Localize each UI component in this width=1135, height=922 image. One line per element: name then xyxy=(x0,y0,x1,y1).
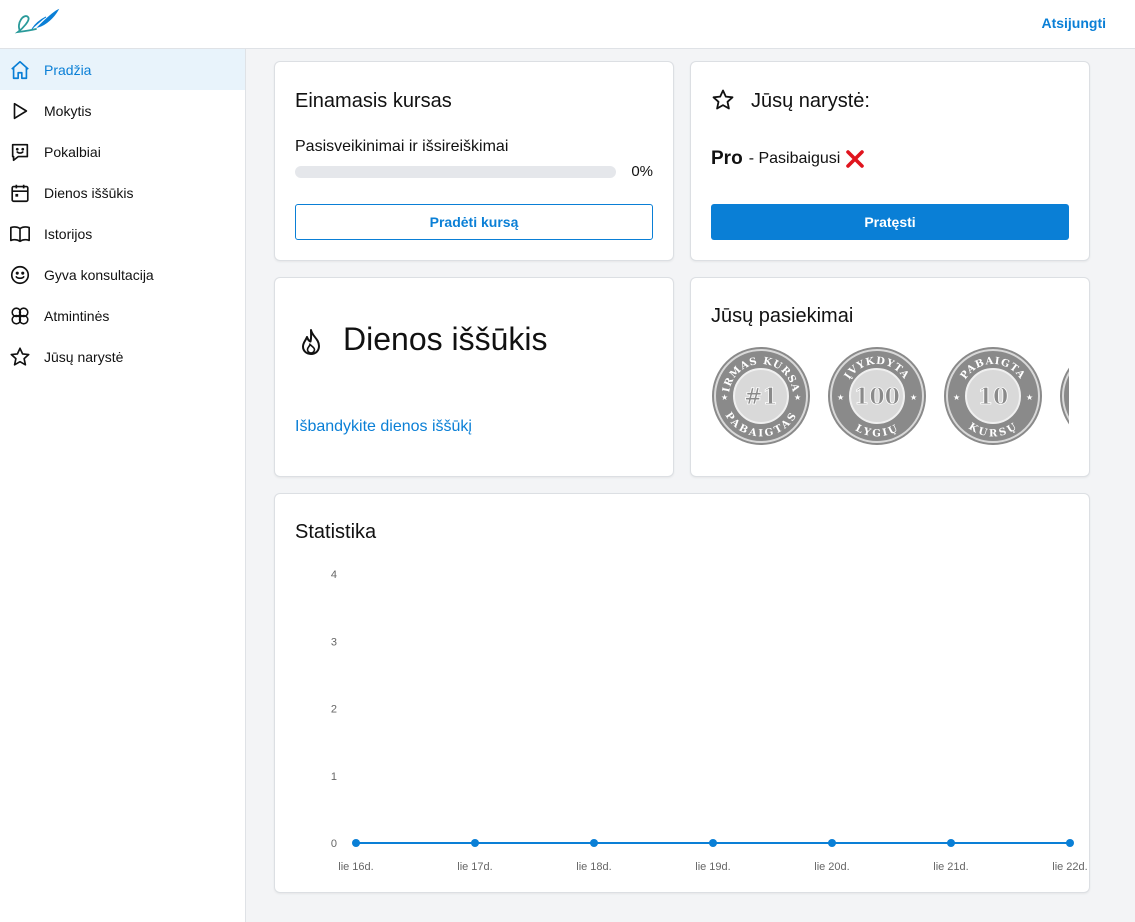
daily-challenge-title: Dienos iššūkis xyxy=(343,321,548,357)
statistics-chart: 0 1 2 3 4 lie 16d. lie 17d. lie 18d. lie 19d. lie… xyxy=(331,569,1088,873)
cross-icon xyxy=(846,150,865,168)
data-point[interactable] xyxy=(471,839,479,847)
start-course-button[interactable]: Pradėti kursą xyxy=(295,204,653,240)
try-daily-challenge-link[interactable]: Išbandykite dienos iššūkį xyxy=(295,418,472,436)
x-tick-label: lie 20d. xyxy=(814,861,849,873)
x-tick-label: lie 22d. xyxy=(1052,861,1087,873)
achievement-badge: ★★PIRMAS KURSASPABAIGTAS#1 xyxy=(711,346,810,445)
badge-center-text: #1 xyxy=(744,384,778,410)
data-point[interactable] xyxy=(590,839,598,847)
svg-text:★: ★ xyxy=(837,393,844,402)
sidebar-item-label: Pokalbiai xyxy=(44,143,101,160)
sidebar-item-membership[interactable]: Jūsų narystė xyxy=(0,336,245,377)
plan-name: Pro xyxy=(711,148,743,169)
card-title: Jūsų narystė: xyxy=(751,90,870,112)
achievement-badge: ★ ★PABAIGTAKURSŲ10 xyxy=(944,347,1042,445)
x-tick-label: lie 16d. xyxy=(338,861,373,873)
daily-challenge-card: Dienos iššūkis Išbandykite dienos iššūkį xyxy=(274,277,674,477)
sidebar-item-label: Istorijos xyxy=(44,225,93,242)
sidebar-item-memos[interactable]: Atmintinės xyxy=(0,295,245,336)
badge-center-text: 10 xyxy=(978,384,1009,410)
achievement-badge: ★★ xyxy=(1060,367,1069,425)
y-tick-label: 0 xyxy=(331,838,337,850)
svg-text:★: ★ xyxy=(721,393,728,402)
book-icon xyxy=(9,223,31,245)
svg-text:★: ★ xyxy=(794,393,801,402)
achievements-card: Jūsų pasiekimai ★★PIRMAS KURSASPABAIGTAS… xyxy=(690,277,1090,477)
card-title: Jūsų pasiekimai xyxy=(711,305,854,327)
current-course-card: Einamasis kursas Pasisveikinimai ir išsi… xyxy=(274,61,674,261)
data-point[interactable] xyxy=(947,839,955,847)
sidebar-item-label: Gyva konsultacija xyxy=(44,266,154,283)
play-icon xyxy=(9,100,31,122)
data-point[interactable] xyxy=(828,839,836,847)
achievement-badge: ★ ★ĮVYKDYTALYGIŲ100 xyxy=(828,347,926,445)
logo-icon[interactable] xyxy=(12,7,62,37)
calendar-icon xyxy=(9,182,31,204)
sidebar-item-label: Pradžia xyxy=(44,61,92,78)
chat-icon xyxy=(9,141,31,163)
badge-center-text: 100 xyxy=(854,384,900,410)
membership-card: Jūsų narystė: Pro - Pasibaigusi Pratęsti xyxy=(690,61,1090,261)
sidebar-item-label: Jūsų narystė xyxy=(44,348,124,365)
statistics-card: Statistika 0 1 2 3 4 lie 16d. lie 17d. lie 18d.… xyxy=(274,493,1090,893)
x-tick-label: lie 17d. xyxy=(457,861,492,873)
y-tick-label: 3 xyxy=(331,636,337,648)
plan-row: Pro - Pasibaigusi xyxy=(711,148,866,170)
progress-percent: 0% xyxy=(631,163,653,180)
sidebar-item-conversations[interactable]: Pokalbiai xyxy=(0,131,245,172)
smiley-icon xyxy=(9,264,31,286)
y-tick-label: 2 xyxy=(331,704,337,716)
sidebar-item-label: Dienos iššūkis xyxy=(44,184,134,201)
badges-row: ★★PIRMAS KURSASPABAIGTAS#1★★ĮVYKDYTALYGI… xyxy=(711,346,1069,448)
x-tick-label: lie 21d. xyxy=(933,861,968,873)
top-header: Atsijungti xyxy=(0,0,1135,49)
card-title: Einamasis kursas xyxy=(295,90,452,112)
star-icon xyxy=(9,346,31,368)
sidebar-item-learn[interactable]: Mokytis xyxy=(0,90,245,131)
data-point[interactable] xyxy=(709,839,717,847)
data-point[interactable] xyxy=(1066,839,1074,847)
y-tick-label: 4 xyxy=(331,569,337,581)
course-progress-bar xyxy=(295,166,616,178)
fire-icon xyxy=(302,329,320,355)
course-name: Pasisveikinimai ir išsireiškimai xyxy=(295,138,509,155)
star-icon xyxy=(712,89,734,110)
brain-icon xyxy=(9,305,31,327)
logout-link[interactable]: Atsijungti xyxy=(1041,15,1106,31)
sidebar-item-live-consultation[interactable]: Gyva konsultacija xyxy=(0,254,245,295)
sidebar-item-home[interactable]: Pradžia xyxy=(0,49,245,90)
svg-text:★: ★ xyxy=(953,393,960,402)
x-tick-label: lie 19d. xyxy=(695,861,730,873)
svg-text:★: ★ xyxy=(1026,393,1033,402)
x-tick-label: lie 18d. xyxy=(576,861,611,873)
plan-status: - Pasibaigusi xyxy=(748,150,841,167)
sidebar-item-daily-challenge[interactable]: Dienos iššūkis xyxy=(0,172,245,213)
home-icon xyxy=(9,59,31,81)
sidebar-item-label: Mokytis xyxy=(44,102,92,119)
data-point[interactable] xyxy=(352,839,360,847)
sidebar-item-label: Atmintinės xyxy=(44,307,110,324)
sidebar: Pradžia Mokytis Pokalbiai Dienos iššūkis… xyxy=(0,49,246,922)
renew-button[interactable]: Pratęsti xyxy=(711,204,1069,240)
sidebar-item-stories[interactable]: Istorijos xyxy=(0,213,245,254)
y-tick-label: 1 xyxy=(331,771,337,783)
svg-text:★: ★ xyxy=(910,393,917,402)
